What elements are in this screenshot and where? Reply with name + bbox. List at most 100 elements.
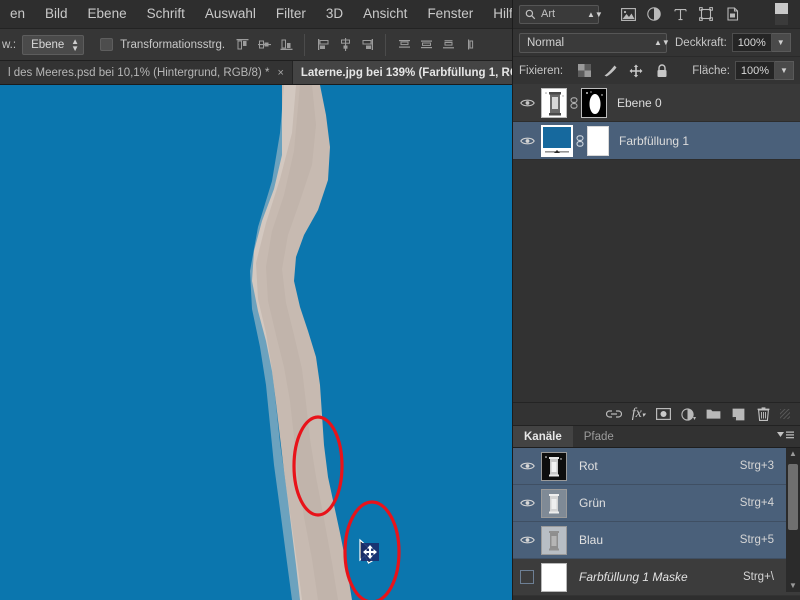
shape-filter-icon[interactable] [693,3,719,25]
align-button-group [231,33,481,56]
lock-position-icon[interactable] [623,60,649,82]
channel-name: Grün [579,496,606,510]
channel-shortcut: Strg+4 [739,497,774,509]
layer-name: Farbfüllung 1 [619,133,690,148]
link-mask-icon[interactable] [573,134,587,147]
opacity-slider-toggle[interactable]: ▼ [771,33,791,52]
eye-icon[interactable] [513,498,541,508]
divider [304,33,306,56]
distribute-bottom-edges-icon[interactable] [437,34,459,56]
distribute-top-edges-icon[interactable] [393,34,415,56]
fill-input[interactable]: 100% [735,61,775,80]
menu-item-schrift[interactable]: Schrift [137,0,195,28]
layer-mask-thumbnail[interactable] [581,87,607,118]
channels-panel-tabs: Kanäle Pfade [513,426,800,448]
menu-item-ansicht[interactable]: Ansicht [353,0,417,28]
channels-scroll-thumb[interactable] [788,464,798,530]
eye-icon[interactable] [513,136,541,146]
document-tab-laterne[interactable]: Laterne.jpg bei 139% (Farbfüllung 1, RGI [292,61,531,84]
layer-row-ebene-0[interactable]: Ebene 0 [513,84,800,122]
chevron-updown-icon: ▲▼ [654,38,670,47]
menu-item-3d[interactable]: 3D [316,0,353,28]
opacity-input[interactable]: 100% [731,33,772,52]
transform-controls-label: Transformationsstrg. [120,38,226,51]
eye-icon[interactable] [513,98,541,108]
channel-shortcut: Strg+5 [739,534,774,546]
panel-menu-icon[interactable] [777,430,794,444]
auto-select-target-value: Ebene [31,38,65,51]
channels-scrollbar[interactable]: ▲ ▼ [786,448,800,592]
lock-image-pixels-icon[interactable] [597,60,623,82]
eye-icon[interactable] [513,461,541,471]
transform-controls-checkbox[interactable] [100,38,114,51]
blend-mode-dropdown[interactable]: Normal ▲▼ [519,32,670,53]
menu-item-auswahl[interactable]: Auswahl [195,0,266,28]
layer-thumbnail[interactable] [541,87,567,118]
layers-empty-area[interactable] [513,160,800,402]
align-right-edges-icon[interactable] [356,34,378,56]
canvas-background [0,85,512,600]
type-filter-icon[interactable] [667,3,693,25]
tab-pfade[interactable]: Pfade [573,426,625,447]
link-layers-icon[interactable] [601,403,626,425]
close-icon[interactable]: × [277,67,283,79]
new-group-icon[interactable] [701,403,726,425]
scroll-down-arrow-icon[interactable]: ▼ [788,581,798,591]
eye-icon[interactable] [513,535,541,545]
fill-slider-toggle[interactable]: ▼ [775,61,794,80]
lock-transparent-pixels-icon[interactable] [571,60,597,82]
channel-row-farbfuellung-maske[interactable]: Farbfüllung 1 Maske Strg+\ [513,559,800,596]
tab-kanaele[interactable]: Kanäle [513,426,573,447]
menu-item-filter[interactable]: Filter [266,0,316,28]
panel-resize-grip[interactable] [780,409,790,419]
document-tab-meeres[interactable]: l des Meeres.psd bei 10,1% (Hintergrund,… [0,61,293,84]
channel-row-rot[interactable]: Rot Strg+3 [513,448,800,485]
align-bottom-edges-icon[interactable] [275,34,297,56]
filter-toggle-switch[interactable] [768,3,794,25]
image-filter-icon[interactable] [615,3,641,25]
menu-item-0[interactable]: en [0,0,35,28]
new-layer-icon[interactable] [726,403,751,425]
delete-layer-icon[interactable] [751,403,776,425]
channel-name: Rot [579,459,598,473]
adjustment-filter-icon[interactable] [641,3,667,25]
add-layer-mask-icon[interactable] [651,403,676,425]
layer-filter-type-dropdown[interactable]: Art ▲▼ [519,4,603,24]
document-tab-title: Laterne.jpg bei 139% (Farbfüllung 1, RGI [300,66,522,79]
lock-all-icon[interactable] [649,60,675,82]
channel-thumbnail[interactable] [541,488,567,518]
menu-item-fenster[interactable]: Fenster [417,0,483,28]
menu-item-bild[interactable]: Bild [35,0,78,28]
new-adjustment-layer-icon[interactable]: ▾ [676,403,701,425]
channel-name: Blau [579,533,604,547]
distribute-left-edges-icon[interactable] [459,34,481,56]
layer-style-fx-icon[interactable]: fx▾ [626,403,651,425]
layers-list: Ebene 0 Farbfüllung 1 [513,84,800,402]
align-horizontal-centers-icon[interactable] [334,34,356,56]
link-mask-icon[interactable] [567,96,581,109]
channel-thumbnail[interactable] [541,451,567,481]
layer-thumbnail[interactable] [541,124,573,157]
search-icon [525,9,536,19]
chevron-updown-icon: ▲▼ [587,9,603,19]
scroll-up-arrow-icon[interactable]: ▲ [788,449,798,459]
align-vertical-centers-icon[interactable] [253,34,275,56]
auto-select-target-dropdown[interactable]: Ebene ▲ ▼ [22,34,85,55]
image-canvas[interactable] [0,85,512,600]
channel-thumbnail[interactable] [541,562,567,592]
transform-controls-checkbox-wrap[interactable]: Transformationsstrg. [100,38,225,51]
blend-mode-row: Normal ▲▼ Deckkraft: 100% ▼ [513,28,800,56]
layer-row-farbfuellung-1[interactable]: Farbfüllung 1 [513,122,800,160]
layer-mask-thumbnail[interactable] [587,125,609,156]
channel-visibility-checkbox[interactable] [513,570,541,584]
channel-row-blau[interactable]: Blau Strg+5 [513,522,800,559]
menu-item-ebene[interactable]: Ebene [78,0,137,28]
distribute-vertical-centers-icon[interactable] [415,34,437,56]
channel-thumbnail[interactable] [541,525,567,555]
smart-object-filter-icon[interactable] [719,3,745,25]
channel-shortcut: Strg+\ [742,571,774,583]
align-top-edges-icon[interactable] [231,34,253,56]
opacity-value: 100% [737,36,766,49]
align-left-edges-icon[interactable] [312,34,334,56]
channel-row-gruen[interactable]: Grün Strg+4 [513,485,800,522]
